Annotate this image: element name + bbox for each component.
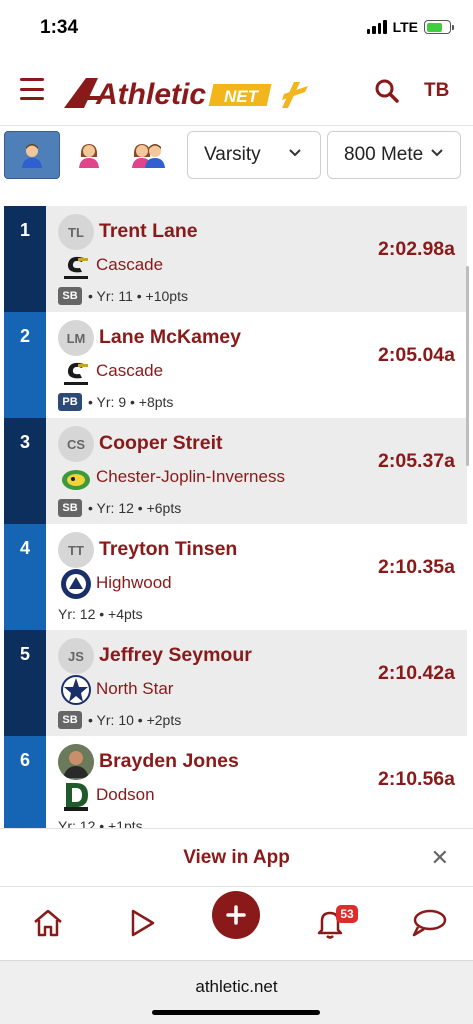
athlete-avatar: TL — [58, 214, 94, 250]
boys-icon — [22, 144, 42, 168]
home-icon[interactable] — [30, 905, 66, 941]
girls-filter-button[interactable] — [61, 131, 117, 179]
dodson-logo — [64, 783, 88, 811]
view-in-app-banner: View in App ✕ — [0, 828, 473, 886]
athlete-meta: • Yr: 12 • +6pts — [88, 500, 182, 516]
app-header: Athletic NET TB — [0, 56, 473, 126]
chevron-down-icon — [289, 149, 301, 157]
school-name[interactable]: Cascade — [96, 255, 163, 275]
result-row[interactable]: 6 Brayden Jones Dodson Yr: 12 • +1pts 2:… — [4, 736, 467, 842]
result-row[interactable]: 2 LM Lane McKamey Cascade PB • Yr: 9 • +… — [4, 312, 467, 418]
logo-net-text: NET — [224, 87, 260, 106]
athlete-name[interactable]: Jeffrey Seymour — [99, 644, 252, 667]
plus-icon — [226, 905, 246, 925]
athlete-avatar: TT — [58, 532, 94, 568]
profile-button[interactable]: TB — [424, 80, 449, 102]
battery-icon — [424, 20, 454, 34]
school-name[interactable]: North Star — [96, 679, 173, 699]
bottom-nav: 53 — [0, 886, 473, 960]
boys-filter-button[interactable] — [4, 131, 60, 179]
athlete-meta: • Yr: 11 • +10pts — [88, 288, 188, 304]
season-best-badge: SB — [58, 499, 82, 517]
athlete-meta: • Yr: 10 • +2pts — [88, 712, 182, 728]
athlete-name[interactable]: Lane McKamey — [99, 326, 241, 349]
close-icon[interactable]: ✕ — [431, 845, 449, 871]
rank-number: 1 — [4, 206, 46, 312]
athlete-photo — [58, 744, 94, 780]
north-star-logo — [61, 675, 91, 705]
combined-filter-button[interactable] — [121, 131, 177, 179]
play-icon[interactable] — [124, 905, 160, 941]
athlete-name[interactable]: Trent Lane — [99, 220, 198, 243]
level-select-value: Varsity — [204, 144, 261, 165]
status-bar: 1:34 LTE — [0, 0, 473, 56]
season-best-badge: SB — [58, 711, 82, 729]
result-row[interactable]: 5 JS Jeffrey Seymour North Star SB • Yr:… — [4, 630, 467, 736]
add-button[interactable] — [212, 891, 260, 939]
results-list: 1 TL Trent Lane Cascade SB • Yr: 11 • +1… — [4, 206, 467, 842]
highwood-logo — [61, 569, 91, 599]
cascade-logo — [64, 256, 88, 279]
school-name[interactable]: Highwood — [96, 573, 172, 593]
combined-icon — [132, 144, 165, 168]
chester-joplin-inverness-logo — [62, 470, 90, 490]
network-label: LTE — [392, 19, 418, 35]
url-text[interactable]: athletic.net — [0, 977, 473, 997]
school-name[interactable]: Dodson — [96, 785, 155, 805]
cascade-logo — [64, 362, 88, 385]
chat-icon[interactable] — [408, 905, 448, 941]
result-row[interactable]: 1 TL Trent Lane Cascade SB • Yr: 11 • +1… — [4, 206, 467, 312]
athlete-meta: • Yr: 9 • +8pts — [88, 394, 174, 410]
season-best-badge: SB — [58, 287, 82, 305]
personal-best-badge: PB — [58, 393, 82, 411]
result-mark[interactable]: 2:05.37a — [378, 450, 455, 473]
result-mark[interactable]: 2:10.42a — [378, 662, 455, 685]
rank-number: 6 — [4, 736, 46, 842]
result-row[interactable]: 4 TT Treyton Tinsen Highwood Yr: 12 • +4… — [4, 524, 467, 630]
result-row[interactable]: 3 CS Cooper Streit Chester-Joplin-Invern… — [4, 418, 467, 524]
athlete-name[interactable]: Treyton Tinsen — [99, 538, 237, 561]
search-icon[interactable] — [374, 78, 400, 104]
level-select[interactable]: Varsity — [187, 131, 321, 179]
event-select[interactable]: 800 Meters — [327, 131, 461, 179]
result-mark[interactable]: 2:02.98a — [378, 238, 455, 261]
result-mark[interactable]: 2:05.04a — [378, 344, 455, 367]
athlete-meta: Yr: 12 • +4pts — [58, 606, 143, 622]
rank-number: 4 — [4, 524, 46, 630]
girls-icon — [79, 144, 99, 168]
rank-number: 3 — [4, 418, 46, 524]
notification-count-badge: 53 — [336, 905, 358, 923]
view-in-app-link[interactable]: View in App — [0, 847, 473, 869]
chevron-down-icon — [424, 146, 444, 160]
athlete-name[interactable]: Cooper Streit — [99, 432, 223, 455]
school-name[interactable]: Chester-Joplin-Inverness — [96, 467, 285, 487]
logo-text: Athletic — [95, 78, 206, 111]
browser-url-bar[interactable]: athletic.net — [0, 960, 473, 1024]
signal-icon — [366, 20, 387, 34]
status-icons: LTE — [366, 19, 454, 35]
home-indicator[interactable] — [152, 1010, 320, 1015]
school-name[interactable]: Cascade — [96, 361, 163, 381]
scrollbar[interactable] — [466, 266, 469, 466]
rank-number: 2 — [4, 312, 46, 418]
filter-bar: Varsity 800 Meters — [0, 130, 473, 182]
status-time: 1:34 — [40, 17, 79, 38]
athlete-avatar: JS — [58, 638, 94, 674]
result-mark[interactable]: 2:10.56a — [378, 768, 455, 791]
athlete-avatar: CS — [58, 426, 94, 462]
athlete-name[interactable]: Brayden Jones — [99, 750, 239, 773]
athletic-net-logo[interactable]: Athletic NET — [62, 72, 312, 112]
rank-number: 5 — [4, 630, 46, 736]
result-mark[interactable]: 2:10.35a — [378, 556, 455, 579]
menu-icon[interactable] — [20, 78, 44, 100]
athlete-avatar: LM — [58, 320, 94, 356]
